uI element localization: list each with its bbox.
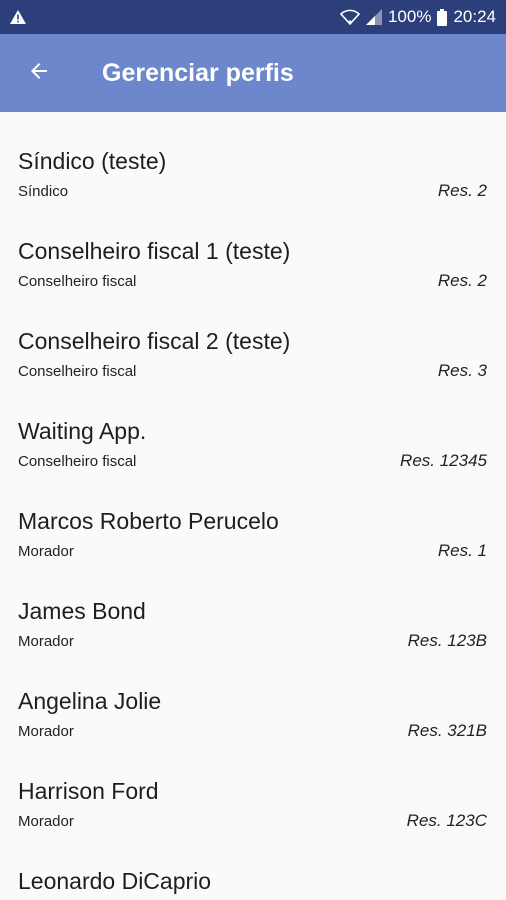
profile-role: Morador [18,722,74,740]
profile-role: Morador [18,632,74,650]
list-item[interactable]: Leonardo DiCaprio [0,852,506,900]
profile-residence: Res. 3 [437,361,487,380]
list-item[interactable]: James Bond Morador Res. 123B [0,582,506,672]
profile-details: Síndico Res. 2 [18,181,487,201]
profile-role: Morador [18,542,74,560]
profile-residence: Res. 123C [406,811,487,830]
profile-name: Angelina Jolie [18,688,162,714]
profile-role: Conselheiro fiscal [18,452,137,470]
profile-details: Morador Res. 123B [18,631,487,651]
page-title: Gerenciar perfis [102,58,294,87]
profile-details: Conselheiro fiscal Res. 3 [18,361,487,381]
list-item[interactable]: Conselheiro fiscal 2 (teste) Conselheiro … [0,312,506,402]
profile-details: Conselheiro fiscal Res. 2 [18,271,487,291]
profile-name: Conselheiro fiscal 1 (teste) [18,238,291,264]
list-item[interactable]: Harrison Ford Morador Res. 123C [0,762,506,852]
battery-percent: 100% [387,7,432,26]
profile-role: Conselheiro fiscal [18,272,137,290]
list-item[interactable]: Angelina Jolie Morador Res. 321B [0,672,506,762]
back-button[interactable] [0,34,80,112]
list-item[interactable]: Marcos Roberto Perucelo Morador Res. 1 [0,492,506,582]
profile-name: Síndico (teste) [18,148,167,174]
profile-name: Marcos Roberto Perucelo [18,508,279,534]
clock: 20:24 [453,7,496,26]
profile-name: Waiting App. [18,418,147,444]
profile-residence: Res. 2 [437,271,487,290]
profile-residence: Res. 1 [437,541,487,560]
profile-details: Conselheiro fiscal Res. 12345 [18,451,487,471]
arrow-back-icon [27,59,51,88]
profile-list: Síndico (teste) Síndico Res. 2 Conselheiro … [0,112,506,900]
app-bar: Gerenciar perfis [0,34,506,112]
profile-residence: Res. 12345 [400,451,487,470]
profile-details: Morador Res. 321B [18,721,487,741]
profile-details: Morador Res. 1 [18,541,487,561]
status-right-group: 100% 20:24 [339,7,496,27]
battery-icon [437,8,448,26]
list-item[interactable]: Conselheiro fiscal 1 (teste) Conselheiro … [0,222,506,312]
warning-triangle-icon [10,10,26,24]
profile-name: James Bond [18,598,146,624]
list-item[interactable]: Waiting App. Conselheiro fiscal Res. 12345 [0,402,506,492]
profile-residence: Res. 321B [407,721,487,740]
profile-role: Morador [18,812,74,830]
profile-details: Morador Res. 123C [18,811,487,831]
profile-name: Leonardo DiCaprio [18,868,212,894]
list-item[interactable]: Síndico (teste) Síndico Res. 2 [0,132,506,222]
profile-residence: Res. 2 [437,181,487,200]
profile-role: Conselheiro fiscal [18,362,137,380]
profile-name: Harrison Ford [18,778,159,804]
signal-icon [365,9,382,25]
status-bar: 100% 20:24 [0,0,506,34]
profile-residence: Res. 123B [407,631,487,650]
profile-name: Conselheiro fiscal 2 (teste) [18,328,291,354]
profile-role: Síndico [18,182,69,200]
wifi-icon [339,9,360,25]
